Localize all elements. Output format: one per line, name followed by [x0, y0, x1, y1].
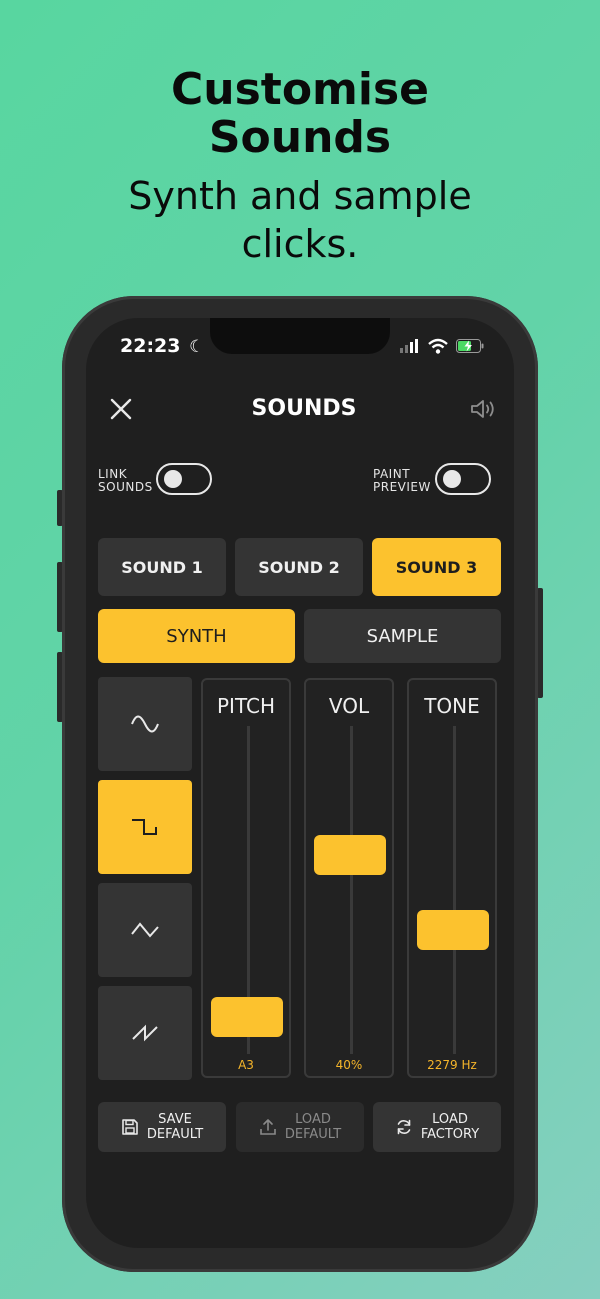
save-default-line1: SAVE — [158, 1112, 192, 1127]
paint-preview-toggle[interactable] — [435, 463, 491, 495]
tab-sound-1[interactable]: SOUND 1 — [98, 538, 226, 596]
load-factory-line2: FACTORY — [420, 1127, 480, 1142]
triangle-wave-icon — [131, 922, 159, 938]
load-factory-button[interactable]: LOAD FACTORY — [373, 1102, 501, 1152]
load-factory-line1: LOAD — [432, 1112, 468, 1127]
waveform-square-button[interactable] — [98, 780, 192, 874]
speaker-volume-icon[interactable] — [470, 398, 498, 420]
vol-slider-track[interactable] — [350, 726, 353, 1054]
tone-value: 2279 Hz — [427, 1058, 477, 1072]
tone-slider-thumb[interactable] — [417, 910, 489, 951]
load-default-label: LOAD DEFAULT — [285, 1112, 341, 1142]
link-sounds-label: LINK SOUNDS — [98, 468, 153, 494]
synth-mode-button[interactable]: SYNTH — [98, 609, 295, 663]
headline-subtitle-line2: clicks. — [241, 222, 359, 266]
pitch-slider-panel: PITCH A3 — [201, 678, 291, 1078]
headline-title-line2: Sounds — [208, 112, 392, 163]
status-time: 22:23 ☾ — [120, 335, 204, 357]
headline-title-line1: Customise — [170, 64, 430, 115]
battery-charging-icon — [456, 339, 484, 353]
tone-slider-track[interactable] — [453, 726, 456, 1054]
waveform-sawtooth-button[interactable] — [98, 986, 192, 1080]
vol-label: VOL — [328, 694, 370, 718]
cellular-signal-icon — [400, 339, 418, 353]
tab-sound-3[interactable]: SOUND 3 — [372, 538, 501, 596]
close-icon[interactable] — [108, 396, 134, 422]
headline-subtitle: Synth and sample clicks. — [0, 172, 600, 268]
headline-title: Customise Sounds — [0, 66, 600, 162]
link-sounds-label-line2: SOUNDS — [98, 480, 153, 494]
paint-preview-toggle-knob — [443, 470, 461, 488]
save-default-label: SAVE DEFAULT — [147, 1112, 203, 1142]
pitch-label: PITCH — [216, 694, 275, 718]
waveform-triangle-button[interactable] — [98, 883, 192, 977]
tone-label: TONE — [424, 694, 480, 718]
status-icons — [400, 338, 484, 354]
paint-preview-label: PAINT PREVIEW — [373, 468, 431, 494]
upload-icon — [260, 1119, 276, 1135]
vol-value: 40% — [335, 1058, 363, 1072]
save-icon — [122, 1119, 138, 1135]
status-time-text: 22:23 — [120, 335, 181, 357]
vol-slider-panel: VOL 40% — [304, 678, 394, 1078]
load-default-line1: LOAD — [295, 1112, 331, 1127]
moon-icon: ☾ — [189, 337, 205, 357]
pitch-slider-thumb[interactable] — [211, 996, 283, 1037]
link-sounds-toggle[interactable] — [156, 463, 212, 495]
link-sounds-toggle-knob — [164, 470, 182, 488]
square-wave-icon — [132, 819, 157, 835]
pitch-value: A3 — [238, 1058, 254, 1072]
headline-subtitle-line1: Synth and sample — [128, 174, 472, 218]
sine-wave-icon — [131, 715, 159, 733]
vol-slider-thumb[interactable] — [314, 835, 386, 876]
wifi-icon — [428, 338, 448, 354]
save-default-button[interactable]: SAVE DEFAULT — [98, 1102, 226, 1152]
sawtooth-wave-icon — [132, 1024, 158, 1042]
paint-preview-label-line2: PREVIEW — [373, 480, 431, 494]
load-factory-label: LOAD FACTORY — [421, 1112, 479, 1142]
load-default-line2: DEFAULT — [284, 1127, 342, 1142]
page-title: SOUNDS — [251, 396, 357, 421]
tab-sound-2[interactable]: SOUND 2 — [235, 538, 363, 596]
save-default-line2: DEFAULT — [146, 1127, 204, 1142]
sample-mode-button[interactable]: SAMPLE — [304, 609, 501, 663]
load-default-button[interactable]: LOAD DEFAULT — [236, 1102, 364, 1152]
refresh-icon — [397, 1119, 411, 1135]
tone-slider-panel: TONE 2279 Hz — [407, 678, 497, 1078]
waveform-sine-button[interactable] — [98, 677, 192, 771]
phone-notch — [210, 318, 390, 354]
